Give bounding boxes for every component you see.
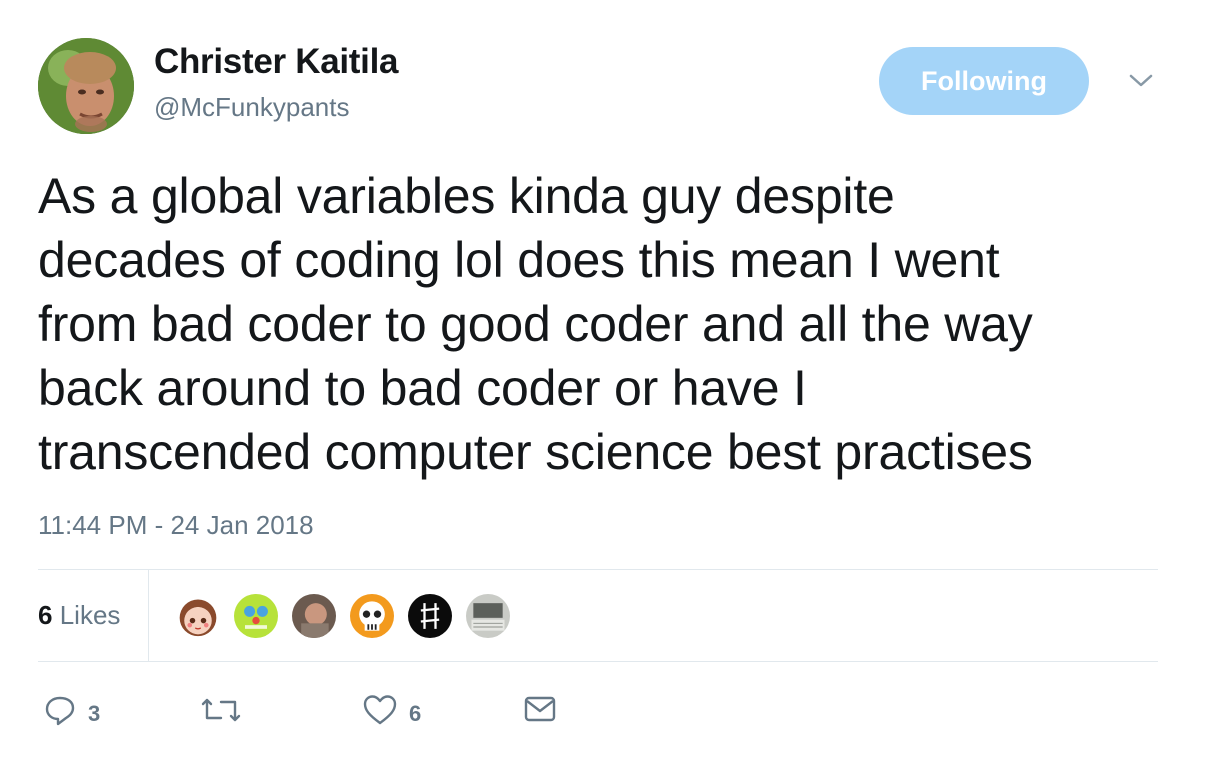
reply-button[interactable]: 3: [44, 694, 100, 726]
cartoon-girl-icon: [176, 594, 220, 638]
liker-avatar-6[interactable]: [464, 592, 512, 640]
like-count: 6: [409, 701, 422, 726]
photo-avatar-icon: [292, 594, 336, 638]
liker-avatar-2[interactable]: [232, 592, 280, 640]
liker-avatar-5[interactable]: [406, 592, 454, 640]
liker-avatar-4[interactable]: [348, 592, 396, 640]
liker-avatar-1[interactable]: [174, 592, 222, 640]
user-avatar[interactable]: [38, 38, 134, 134]
tweet-timestamp[interactable]: 11:44 PM - 24 Jan 2018: [38, 510, 314, 541]
tweet-text: As a global variables kinda guy despite …: [38, 168, 1033, 480]
envelope-icon: [524, 696, 556, 722]
likes-label: Likes: [59, 600, 121, 630]
divider: [38, 569, 1158, 570]
green-robot-icon: [234, 594, 278, 638]
keyboard-photo-icon: [466, 594, 510, 638]
reply-count: 3: [88, 701, 101, 726]
likes-count: 6: [38, 600, 53, 630]
divider: [38, 661, 1158, 662]
profile-photo-icon: [38, 38, 134, 134]
direct-message-button[interactable]: [524, 694, 556, 724]
user-name[interactable]: Christer Kaitila: [154, 42, 398, 82]
heart-icon: [363, 695, 397, 725]
black-logo-icon: [408, 594, 452, 638]
reply-icon: [45, 696, 75, 726]
retweet-icon: [201, 698, 241, 722]
stats-divider: [148, 570, 149, 662]
skull-icon: [350, 594, 394, 638]
user-handle[interactable]: @McFunkypants: [154, 92, 349, 123]
liker-avatar-3[interactable]: [290, 592, 338, 640]
like-button[interactable]: 6: [363, 694, 421, 726]
retweet-button[interactable]: [201, 694, 241, 726]
following-button[interactable]: Following: [879, 47, 1089, 115]
chevron-down-icon[interactable]: [1128, 72, 1154, 90]
likes-stat[interactable]: 6 Likes: [38, 600, 120, 631]
